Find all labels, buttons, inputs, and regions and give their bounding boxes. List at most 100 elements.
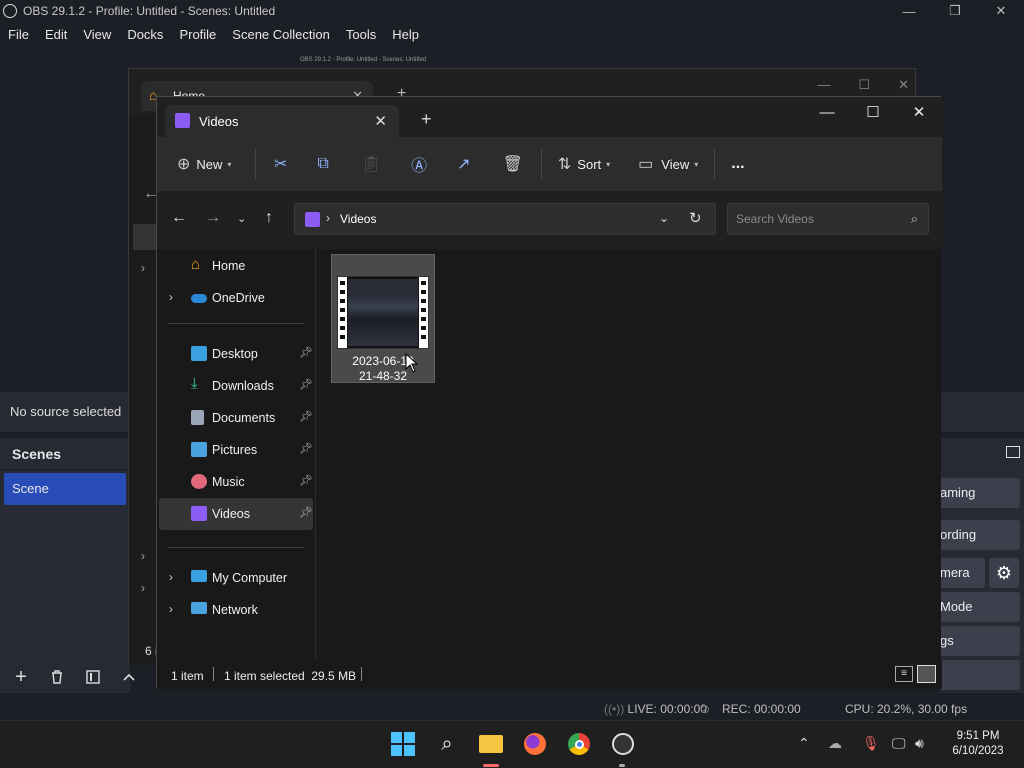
new-tab-icon[interactable]: + xyxy=(421,109,432,130)
delete-button[interactable]: 🗑︎ xyxy=(503,148,523,180)
refresh-icon[interactable]: ↻ xyxy=(689,209,702,227)
dock-float-icon[interactable] xyxy=(1006,446,1020,458)
network-icon xyxy=(191,602,207,614)
bg-maximize-button[interactable]: ☐ xyxy=(858,77,870,93)
pane-divider[interactable] xyxy=(315,249,316,661)
see-more-button[interactable]: ... xyxy=(731,148,744,180)
rec-time: REC: 00:00:00 xyxy=(722,701,801,716)
rename-icon: Ⓐ xyxy=(411,158,428,175)
obs-close-button[interactable]: ✕ xyxy=(978,0,1024,22)
bg-minimize-button[interactable]: — xyxy=(817,77,830,93)
search-input[interactable] xyxy=(728,204,898,234)
network-expand-icon[interactable]: › xyxy=(169,602,173,616)
scene-list-item[interactable]: Scene xyxy=(4,473,126,505)
studio-mode-button[interactable]: Mode xyxy=(940,592,1020,622)
volume-icon[interactable]: 🔊︎ xyxy=(915,735,924,752)
nav-item-documents[interactable]: Documents 📌︎ xyxy=(159,402,313,434)
menu-tools[interactable]: Tools xyxy=(338,24,384,46)
menu-view[interactable]: View xyxy=(75,24,119,46)
cut-icon: ✂ xyxy=(274,156,288,173)
nav-item-home[interactable]: ⌂ Home xyxy=(159,250,313,282)
share-button[interactable]: ↗ xyxy=(457,148,470,180)
windows-logo-icon xyxy=(391,732,415,756)
sort-button[interactable]: ⇅ Sort ▾ xyxy=(558,148,610,180)
network-tray-icon[interactable]: 🖵︎ xyxy=(892,735,906,752)
address-path[interactable]: Videos xyxy=(340,212,376,226)
my-computer-expand-icon[interactable]: › xyxy=(169,570,173,584)
nav-item-network[interactable]: › Network xyxy=(159,594,313,626)
exit-button[interactable] xyxy=(940,660,1020,690)
virtual-camera-button[interactable]: mera xyxy=(940,558,985,588)
clock-date: 6/10/2023 xyxy=(952,745,1004,757)
up-icon[interactable]: ↑ xyxy=(265,209,273,227)
paste-button[interactable]: 📋︎ xyxy=(361,148,381,180)
menu-edit[interactable]: Edit xyxy=(37,24,75,46)
taskbar-chrome[interactable] xyxy=(566,731,592,757)
recent-locations-icon[interactable]: ⌄ xyxy=(237,212,246,225)
scene-move-up-icon[interactable] xyxy=(118,666,140,688)
explorer-minimize-button[interactable]: — xyxy=(804,97,850,127)
status-separator xyxy=(361,667,362,681)
taskbar-search-icon[interactable]: ⌕ xyxy=(434,731,460,757)
start-button[interactable] xyxy=(390,731,416,757)
taskbar-obs[interactable] xyxy=(610,731,636,757)
nav-item-pictures-label: Pictures xyxy=(212,443,258,457)
onedrive-expand-icon[interactable]: › xyxy=(169,290,173,304)
address-box[interactable]: › Videos ⌄ ↻ xyxy=(294,203,716,235)
show-hidden-icons-icon[interactable]: ⌃ xyxy=(798,735,810,752)
nav-item-pictures[interactable]: Pictures 📌︎ xyxy=(159,434,313,466)
menu-scene-collection[interactable]: Scene Collection xyxy=(224,24,338,46)
onedrive-icon xyxy=(191,294,207,303)
nav-item-my-computer[interactable]: › My Computer xyxy=(159,562,313,594)
view-button[interactable]: ▭ View ▾ xyxy=(638,148,698,180)
nav-item-desktop[interactable]: Desktop 📌︎ xyxy=(159,338,313,370)
nav-item-videos[interactable]: Videos 📌︎ xyxy=(159,498,313,530)
taskbar-clock[interactable]: 9:51 PM 6/10/2023 xyxy=(946,729,1010,759)
taskbar-file-explorer[interactable] xyxy=(478,731,504,757)
nav-item-downloads[interactable]: ⤓ Downloads 📌︎ xyxy=(159,370,313,402)
new-button[interactable]: ⊕ New ▾ xyxy=(177,148,241,180)
nav-item-onedrive[interactable]: › OneDrive xyxy=(159,282,313,314)
menu-profile[interactable]: Profile xyxy=(171,24,224,46)
menu-file[interactable]: File xyxy=(0,24,37,46)
obs-logo-icon xyxy=(3,4,17,18)
remove-scene-icon[interactable] xyxy=(46,666,68,688)
explorer-statusbar: 1 item 1 item selected 29.5 MB ≡ xyxy=(157,661,942,689)
search-icon[interactable]: ⌕ xyxy=(911,211,918,227)
view-icon: ▭ xyxy=(638,156,654,173)
explorer-close-button[interactable]: ✕ xyxy=(896,97,942,127)
rec-icon: ⊘ xyxy=(700,701,711,716)
bg-expand-icon-3: › xyxy=(141,581,145,595)
address-dropdown-icon[interactable]: ⌄ xyxy=(659,211,669,225)
file-item[interactable]: 2023-06-10 21-48-32 xyxy=(331,254,435,383)
back-icon[interactable]: ← xyxy=(171,209,187,227)
settings-button[interactable]: gs xyxy=(940,626,1020,656)
explorer-window-controls: — ☐ ✕ xyxy=(804,97,942,127)
tab-videos[interactable]: Videos ✕ xyxy=(165,105,399,137)
start-recording-button[interactable]: ording xyxy=(940,520,1020,550)
cut-button[interactable]: ✂ xyxy=(274,148,287,180)
sort-icon: ⇅ xyxy=(557,156,572,173)
obs-maximize-button[interactable]: ❐ xyxy=(932,0,978,22)
tab-close-icon[interactable]: ✕ xyxy=(374,112,387,130)
virtual-camera-settings-icon[interactable]: ⚙ xyxy=(989,558,1019,588)
bg-close-button[interactable]: ✕ xyxy=(898,77,909,93)
copy-button[interactable]: ⧉ xyxy=(317,148,328,180)
address-chevron-icon[interactable]: › xyxy=(326,211,330,225)
obs-minimize-button[interactable]: — xyxy=(886,0,932,22)
add-scene-icon[interactable]: + xyxy=(10,666,32,688)
rename-button[interactable]: Ⓐ xyxy=(411,148,427,180)
onedrive-tray-icon[interactable]: ☁ xyxy=(828,735,842,752)
forward-icon[interactable]: → xyxy=(205,209,221,227)
menu-docks[interactable]: Docks xyxy=(119,24,171,46)
nav-item-music[interactable]: Music 📌︎ xyxy=(159,466,313,498)
explorer-maximize-button[interactable]: ☐ xyxy=(850,97,896,127)
large-icons-view-icon[interactable] xyxy=(917,665,936,683)
scene-filters-icon[interactable] xyxy=(82,666,104,688)
source-toolbar-strip xyxy=(940,392,1024,432)
microphone-icon[interactable]: 🎙︎ xyxy=(862,735,880,752)
details-view-icon[interactable]: ≡ xyxy=(895,666,913,682)
menu-help[interactable]: Help xyxy=(384,24,427,46)
taskbar-firefox[interactable] xyxy=(522,731,548,757)
start-streaming-button[interactable]: aming xyxy=(940,478,1020,508)
